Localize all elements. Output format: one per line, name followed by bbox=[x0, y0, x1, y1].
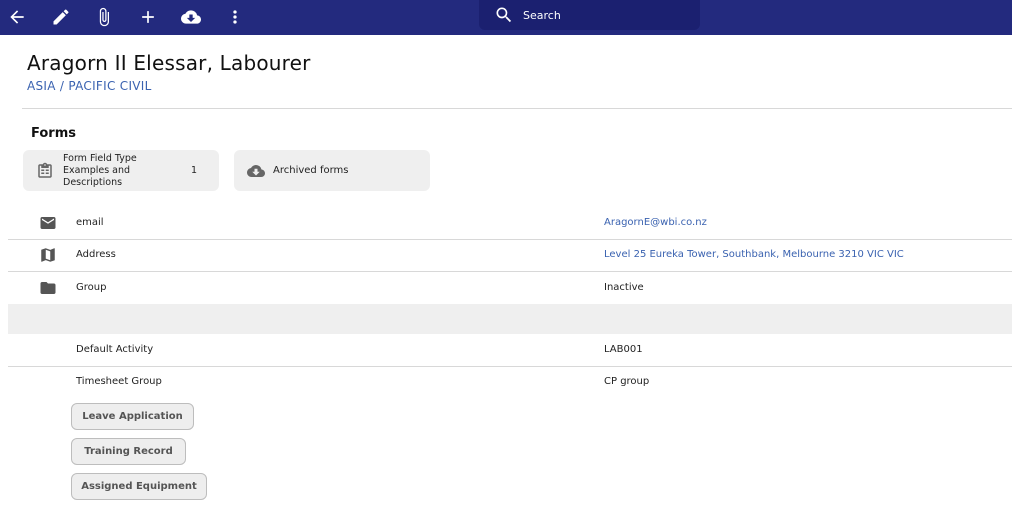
map-icon bbox=[39, 246, 57, 264]
form-card-field-types[interactable]: Form Field Type Examples and Description… bbox=[23, 150, 219, 191]
detail-label: Default Activity bbox=[76, 344, 154, 355]
form-card-archived[interactable]: Archived forms bbox=[234, 150, 430, 191]
form-card-label: Archived forms bbox=[273, 165, 349, 176]
search-icon bbox=[496, 7, 512, 23]
email-icon bbox=[39, 214, 57, 232]
pencil-icon[interactable] bbox=[48, 4, 74, 30]
form-card-count: 1 bbox=[191, 165, 198, 176]
detail-value: Inactive bbox=[604, 282, 644, 293]
detail-row-default-activity: Default Activity LAB001 bbox=[8, 343, 1012, 363]
detail-row-address: Address Level 25 Eureka Tower, Southbank… bbox=[8, 246, 1012, 270]
more-vert-icon[interactable] bbox=[222, 4, 248, 30]
back-arrow-icon[interactable] bbox=[4, 4, 30, 30]
cloud-download-icon bbox=[247, 164, 265, 177]
detail-label: Group bbox=[76, 282, 107, 293]
detail-row-email: email AragornE@wbi.co.nz bbox=[8, 214, 1012, 238]
plus-icon[interactable] bbox=[135, 4, 161, 30]
divider bbox=[8, 366, 1012, 367]
page-title: Aragorn II Elessar, Labourer bbox=[27, 51, 311, 75]
divider bbox=[8, 239, 1012, 240]
search-input[interactable]: Search bbox=[479, 0, 700, 30]
page-subtitle[interactable]: ASIA / PACIFIC CIVIL bbox=[27, 79, 152, 93]
clipboard-icon bbox=[38, 162, 52, 178]
detail-row-group: Group Inactive bbox=[8, 279, 1012, 303]
section-separator bbox=[8, 304, 1012, 334]
divider bbox=[22, 108, 1012, 109]
paperclip-icon[interactable] bbox=[91, 4, 117, 30]
detail-value: CP group bbox=[604, 376, 650, 387]
detail-label: Timesheet Group bbox=[76, 376, 162, 387]
leave-application-button[interactable]: Leave Application bbox=[71, 403, 194, 430]
cloud-download-icon[interactable] bbox=[178, 4, 204, 30]
detail-row-timesheet-group: Timesheet Group CP group bbox=[8, 375, 1012, 395]
detail-label: Address bbox=[76, 249, 116, 260]
form-card-label: Form Field Type Examples and Description… bbox=[63, 152, 137, 188]
search-placeholder: Search bbox=[523, 8, 561, 22]
detail-label: email bbox=[76, 217, 104, 228]
forms-heading: Forms bbox=[31, 126, 76, 141]
email-link[interactable]: AragornE@wbi.co.nz bbox=[604, 217, 707, 228]
assigned-equipment-button[interactable]: Assigned Equipment bbox=[71, 473, 207, 500]
training-record-button[interactable]: Training Record bbox=[71, 438, 186, 465]
divider bbox=[8, 271, 1012, 272]
address-link[interactable]: Level 25 Eureka Tower, Southbank, Melbou… bbox=[604, 249, 904, 260]
folder-icon bbox=[39, 279, 57, 297]
detail-value: LAB001 bbox=[604, 344, 643, 355]
top-toolbar: Search bbox=[0, 0, 1012, 35]
